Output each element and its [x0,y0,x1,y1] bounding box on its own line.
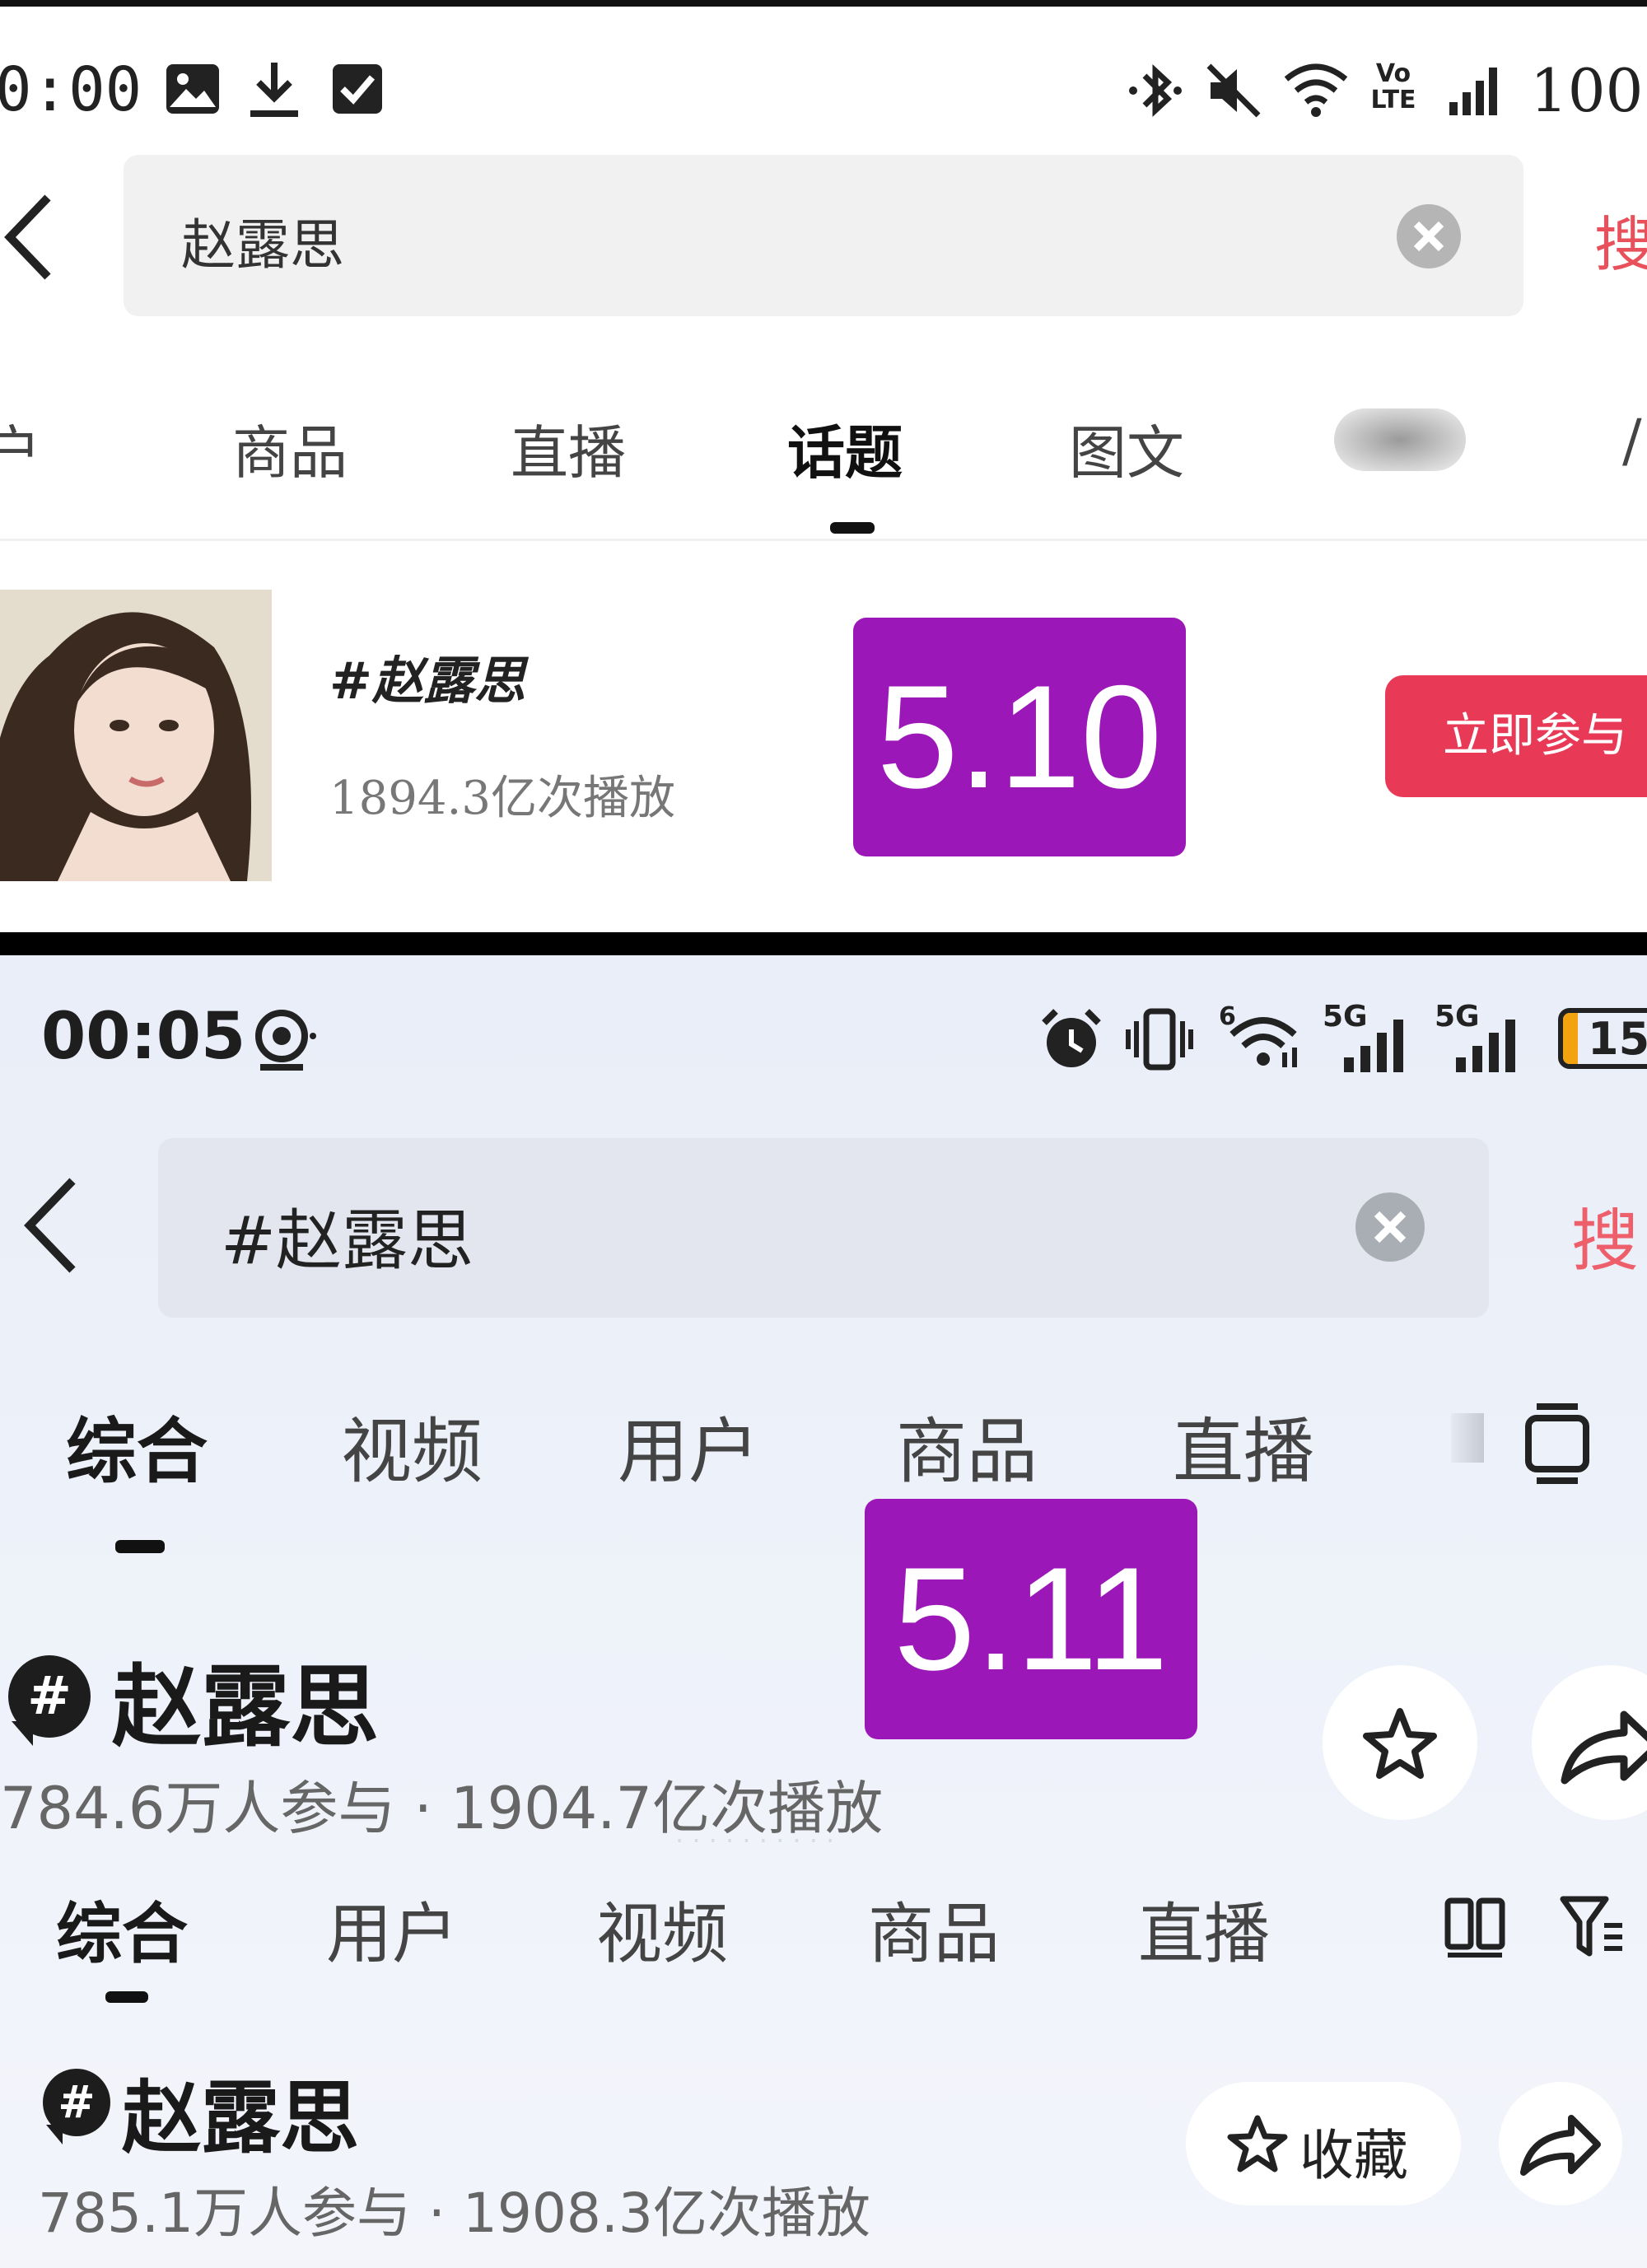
tab-user[interactable]: 用户 [618,1393,759,1496]
tab-live[interactable]: 直播 [1173,1393,1314,1496]
filter-icon[interactable] [1558,1892,1626,1962]
alarm-icon [1042,1009,1101,1067]
tab-video[interactable]: 视频 [341,1393,483,1496]
active-tab-indicator [830,522,875,534]
divider [0,539,1647,541]
vibrate-icon [1126,1008,1193,1071]
share-icon [1561,1710,1647,1785]
checkbox-icon [333,64,382,114]
volte-label: Vo LTE [1370,59,1416,114]
favorite-button-2[interactable]: 收藏 [1186,2082,1461,2205]
screenshot-bottom: 00:05 6 5G 5G 15 #赵露思 搜 综合 视频 用户 商品 直播 5… [0,955,1647,2268]
battery-level: 100 [1530,56,1644,125]
date-badge: 5.10 [853,618,1186,856]
clear-icon[interactable] [1397,204,1461,268]
share-button[interactable] [1532,1665,1647,1820]
tab-video-2[interactable]: 视频 [596,1881,728,1976]
join-button[interactable]: 立即参与 [1385,675,1647,797]
watermark: · · · · · · · · · · [675,1825,835,1856]
download-icon [250,63,298,117]
active-tab-indicator [115,1540,165,1553]
topic-title-2: 赵露思 [122,2072,359,2164]
gallery-icon [166,64,219,114]
signal-icon [1344,1020,1403,1072]
tab-more[interactable]: / [1622,407,1642,474]
search-bar[interactable]: #赵露思 [158,1138,1489,1318]
search-bar[interactable]: 赵露思 [124,155,1523,316]
battery-icon: 15 [1558,1008,1647,1069]
signal-icon [1456,1020,1515,1072]
back-icon[interactable] [21,1176,79,1275]
clear-icon[interactable] [1355,1192,1425,1262]
topic-title[interactable]: #赵露思 [329,639,525,713]
hashtag-icon-tail [46,2125,63,2144]
search-input[interactable]: 赵露思 [181,201,344,280]
screenshot-top: 0:00 Vo LTE 100 赵露思 商品 直播 话题 图文 / #赵露思 1… [0,0,1647,932]
tab-goods[interactable]: 商品 [232,407,348,490]
search-input[interactable]: #赵露思 [221,1188,474,1283]
tab-topic[interactable]: 话题 [787,407,903,490]
share-button-2[interactable] [1499,2082,1622,2205]
topic-title: 赵露思 [112,1656,380,1759]
mute-icon [1206,63,1261,118]
tab-blurred[interactable] [1334,408,1466,471]
favorite-button[interactable] [1323,1665,1477,1820]
tab-live[interactable]: 直播 [511,407,626,490]
search-button[interactable]: 搜 [1571,1186,1639,1284]
layout-icon[interactable] [1520,1400,1594,1486]
tab-general-2[interactable]: 综合 [56,1881,188,1976]
back-icon[interactable] [3,193,54,282]
signal-icon [1449,68,1497,115]
search-button[interactable]: 搜 [1594,196,1647,282]
tab-faded[interactable] [1451,1413,1484,1463]
bluetooth-icon [1129,63,1182,118]
star-icon [1227,2115,1288,2172]
tab-goods-2[interactable]: 商品 [868,1881,1000,1976]
hashtag-icon-tail [12,1721,33,1746]
topic-stats-2: 785.1万人参与 · 1908.3亿次播放 [38,2182,870,2245]
location-icon [255,1010,316,1071]
favorite-label: 收藏 [1299,2124,1408,2187]
topic-avatar[interactable] [0,590,272,881]
tab-live-2[interactable]: 直播 [1138,1881,1270,1976]
status-time: 0:00 [0,54,142,125]
share-icon [1520,2115,1601,2176]
svg-text:6: 6 [1219,1002,1236,1031]
layout-icon[interactable] [1443,1894,1509,1960]
tab-goods[interactable]: 商品 [896,1393,1038,1496]
battery-level: 15 [1588,1013,1647,1065]
status-time: 00:05 [41,1000,246,1074]
tab-image-text[interactable]: 图文 [1069,407,1184,490]
wifi-icon: 6 [1219,1002,1297,1067]
tab-general[interactable]: 综合 [66,1393,208,1496]
wifi-icon [1284,63,1348,117]
date-badge: 5.11 [865,1499,1197,1739]
tab-user[interactable]: 户 [0,407,41,490]
tab-user-2[interactable]: 用户 [326,1881,458,1976]
active-tab-indicator-2 [105,1991,148,2003]
topic-plays: 1894.3亿次播放 [329,772,675,825]
star-icon [1363,1708,1437,1779]
